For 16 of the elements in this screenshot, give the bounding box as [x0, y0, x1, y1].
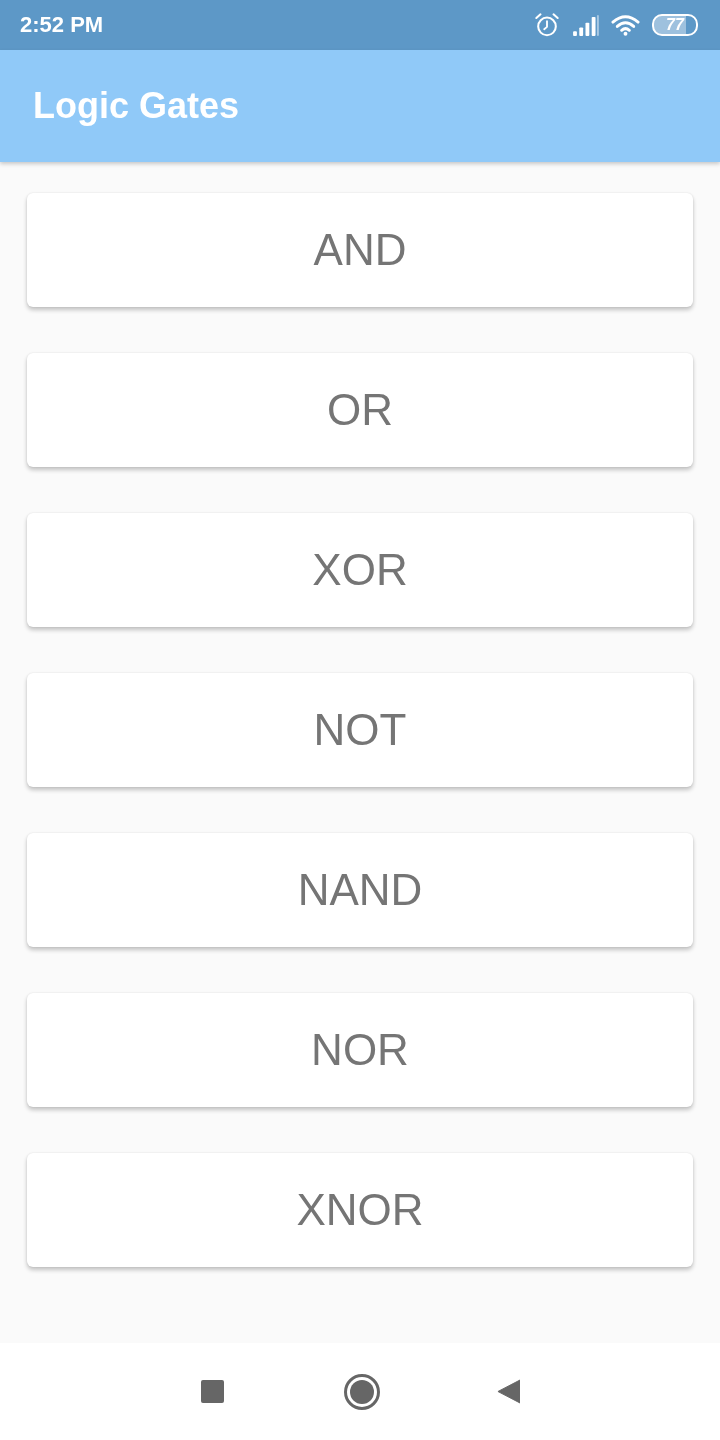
gate-button[interactable]: OR: [27, 353, 693, 467]
home-icon[interactable]: [343, 1373, 380, 1410]
signal-icon: [572, 14, 599, 36]
alarm-clock-icon: [534, 12, 560, 38]
status-time: 2:52 PM: [20, 12, 104, 38]
gate-button[interactable]: NOT: [27, 673, 693, 787]
gate-button[interactable]: XNOR: [27, 1153, 693, 1267]
gate-button[interactable]: NAND: [27, 833, 693, 947]
gate-button[interactable]: XOR: [27, 513, 693, 627]
wifi-icon: [611, 14, 640, 36]
gate-button[interactable]: NOR: [27, 993, 693, 1107]
square-icon[interactable]: [200, 1380, 224, 1403]
app-title: Logic Gates: [33, 85, 240, 127]
back-icon[interactable]: [496, 1379, 520, 1404]
battery-indicator: 77: [652, 14, 698, 36]
gate-button[interactable]: AND: [27, 193, 693, 307]
